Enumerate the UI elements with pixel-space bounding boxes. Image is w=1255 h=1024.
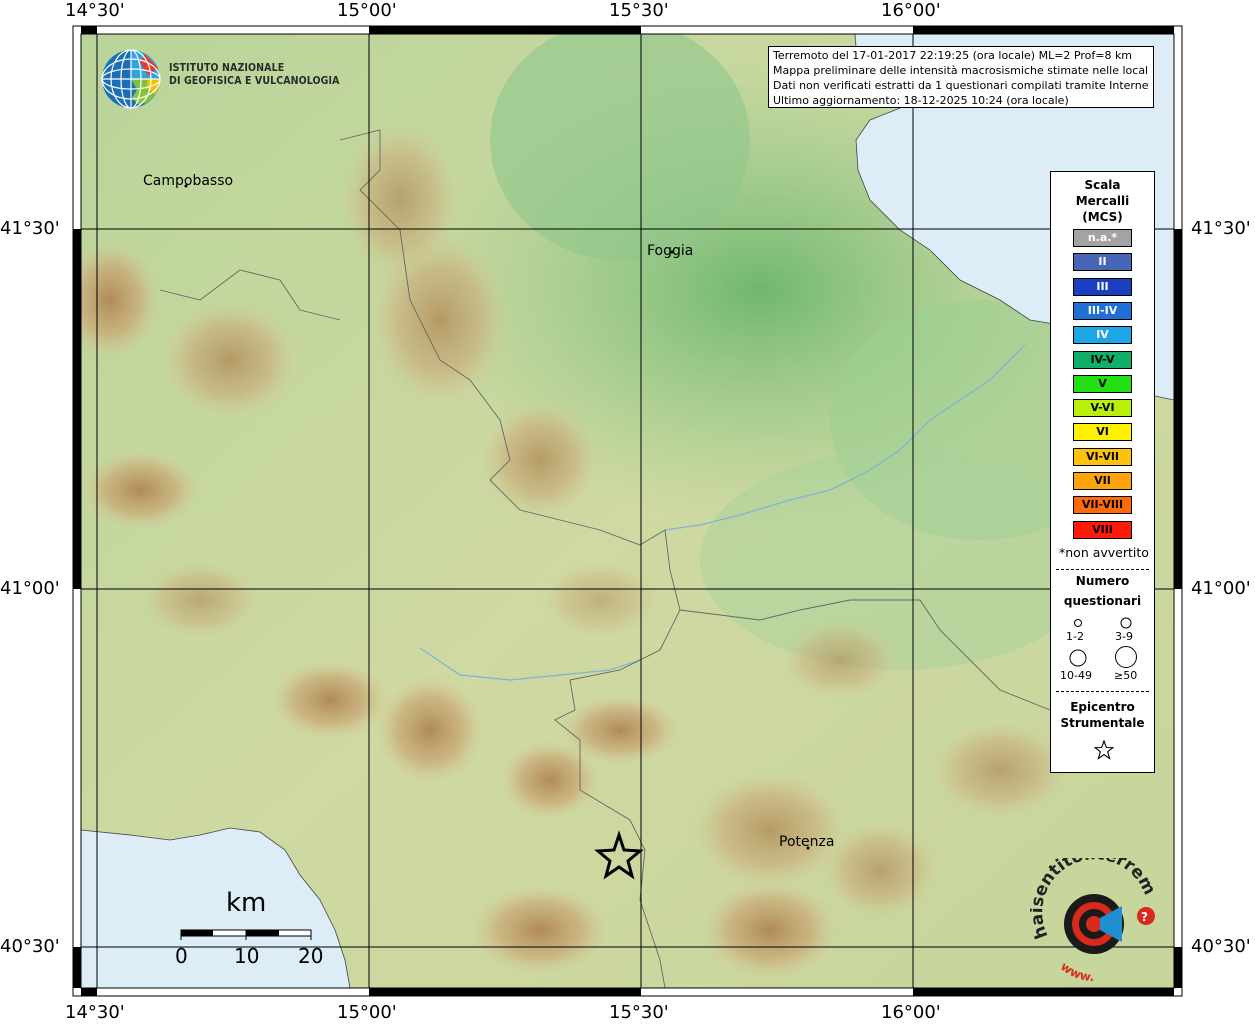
legend-divider [1056, 569, 1149, 570]
lat-label-right: 41°30' [1191, 218, 1251, 239]
size-label: ≥50 [1114, 669, 1138, 682]
lon-label-top: 14°30' [65, 0, 125, 21]
event-info-line: Mappa preliminare delle intensità macros… [773, 64, 1149, 77]
haisentitoilterremoto-logo: haisentitoilterremoto.it www. ? [1030, 858, 1159, 984]
lon-label-top: 15°30' [609, 0, 669, 21]
scale-unit: km [226, 888, 267, 918]
event-info-line: Terremoto del 17-01-2017 22:19:25 (ora l… [773, 49, 1133, 62]
legend-divider [1056, 691, 1149, 692]
event-info-line: Dati non verificati estratti da 1 questi… [773, 79, 1149, 92]
lon-label-bottom: 15°30' [609, 1002, 669, 1023]
intensity-swatch: III-IV [1073, 301, 1132, 320]
intensity-swatch: VIII [1073, 520, 1132, 539]
intensity-swatch: V-VI [1073, 399, 1132, 418]
questionnaires-title: Numero [1075, 574, 1130, 588]
city-label-campobasso: Campobasso [143, 173, 234, 189]
institute-name-line: ISTITUTO NAZIONALE [169, 62, 285, 74]
event-info-box: Terremoto del 17-01-2017 22:19:25 (ora l… [768, 46, 1154, 108]
legend-title: Scala Mercalli (MCS) [1051, 177, 1154, 225]
intensity-swatch: n.a.* [1073, 229, 1132, 247]
lat-label-left: 41°00' [0, 578, 60, 599]
intensity-swatch: IV-V [1073, 350, 1132, 369]
scale-tick-label: 20 [298, 944, 324, 968]
lon-label-bottom: 15°00' [337, 1002, 397, 1023]
intensity-swatch: VII [1073, 472, 1132, 490]
intensity-swatch: III [1073, 277, 1132, 296]
epicenter-title: Epicentro [1070, 700, 1135, 714]
svg-text:?: ? [1141, 910, 1148, 924]
size-label: 10-49 [1060, 669, 1092, 682]
site-prefix-arc: www. [1058, 959, 1095, 984]
intensity-swatch: VI-VII [1073, 447, 1132, 466]
institute-name: ISTITUTO NAZIONALE DI GEOFISICA E VULCAN… [169, 62, 340, 88]
legend-title-line: Mercalli [1075, 194, 1130, 208]
intensity-swatch: V [1073, 374, 1132, 393]
lat-label-left: 40°30' [0, 936, 60, 957]
ingv-globe-icon [101, 49, 161, 109]
event-info-line: Ultimo aggiornamento: 18-12-2025 10:24 (… [773, 94, 1069, 107]
size-label: 3-9 [1115, 630, 1133, 643]
not-felt-note: *non avvertito [1059, 545, 1149, 560]
star-icon [1094, 740, 1114, 760]
lon-label-top: 15°00' [337, 0, 397, 21]
epicenter-title: Strumentale [1060, 716, 1145, 730]
scale-tick-label: 10 [234, 944, 260, 968]
intensity-swatch: VII-VIII [1073, 496, 1132, 515]
scale-tick-label: 0 [175, 944, 188, 968]
intensity-legend: Scala Mercalli (MCS) n.a.* II III III-IV IV I… [1050, 171, 1155, 773]
legend-title-line: Scala [1084, 178, 1121, 192]
city-label-potenza: Potenza [779, 834, 835, 850]
questionnaires-title: questionari [1063, 594, 1142, 608]
intensity-swatch: IV [1073, 326, 1132, 345]
lon-label-top: 16°00' [881, 0, 941, 21]
lat-label-right: 41°00' [1191, 578, 1251, 599]
intensity-swatch: VI [1073, 423, 1132, 442]
city-label-foggia: Foggia [647, 243, 694, 259]
lat-label-left: 41°30' [0, 218, 60, 239]
intensity-swatch: II [1073, 253, 1132, 272]
lon-label-bottom: 16°00' [881, 1002, 941, 1023]
institute-name-line: DI GEOFISICA E VULCANOLOGIA [169, 75, 340, 87]
lon-label-bottom: 14°30' [65, 1002, 125, 1023]
size-label: 1-2 [1066, 630, 1084, 643]
legend-title-line: (MCS) [1082, 210, 1123, 224]
lat-label-right: 40°30' [1191, 936, 1251, 957]
